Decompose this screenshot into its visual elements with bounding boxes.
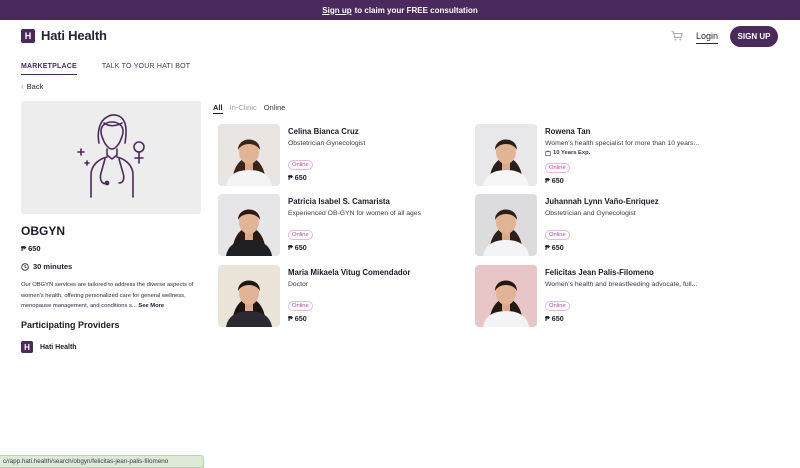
provider-name: Hati Health bbox=[40, 343, 77, 351]
service-illustration bbox=[21, 101, 201, 214]
doctor-name: Rowena Tan bbox=[545, 127, 591, 136]
online-badge: Online bbox=[288, 230, 313, 240]
signup-button[interactable]: SIGN UP bbox=[730, 26, 778, 47]
service-title: OBGYN bbox=[21, 224, 66, 238]
briefcase-icon bbox=[545, 150, 551, 156]
tab-marketplace[interactable]: MARKETPLACE bbox=[21, 63, 77, 75]
doctor-price: ₱ 650 bbox=[288, 243, 307, 252]
online-badge: Online bbox=[545, 230, 570, 240]
doctor-card[interactable]: Celina Bianca Cruz Obstetrician Gynecolo… bbox=[218, 124, 478, 188]
doctor-photo bbox=[218, 124, 280, 186]
doctor-title: Experienced OB-GYN for women of all ages bbox=[288, 210, 421, 217]
doctor-title: Women's health specialist for more than … bbox=[545, 140, 700, 147]
doctor-card[interactable]: Felicitas Jean Palis-Filomeno Women's he… bbox=[475, 265, 735, 329]
doctor-name: Felicitas Jean Palis-Filomeno bbox=[545, 268, 654, 277]
doctor-card[interactable]: Juhannah Lynn Vaño-Enriquez Obstetrician… bbox=[475, 194, 735, 258]
online-badge: Online bbox=[545, 163, 570, 173]
doctor-title: Obstetrician and Gynecologist bbox=[545, 210, 636, 217]
doctor-photo bbox=[218, 194, 280, 256]
doctor-name: Patricia Isabel S. Camarista bbox=[288, 197, 390, 206]
doctor-price: ₱ 650 bbox=[288, 173, 307, 182]
banner-signup-link[interactable]: Sign up bbox=[322, 6, 351, 15]
doctor-name: Juhannah Lynn Vaño-Enriquez bbox=[545, 197, 659, 206]
doctor-card[interactable]: Patricia Isabel S. Camarista Experienced… bbox=[218, 194, 478, 258]
experience-text: 10 Years Exp. bbox=[553, 150, 591, 156]
doctor-name: Maria Mikaela Vitug Comendador bbox=[288, 268, 411, 277]
doctor-title: Doctor bbox=[288, 281, 309, 288]
doctor-price: ₱ 650 bbox=[545, 314, 564, 323]
doctor-price: ₱ 650 bbox=[288, 314, 307, 323]
filter-in-clinic[interactable]: In-Clinic bbox=[230, 103, 257, 114]
logo-text: Hati Health bbox=[41, 28, 107, 43]
doctor-photo bbox=[218, 265, 280, 327]
female-doctor-icon bbox=[77, 114, 145, 198]
doctor-price: ₱ 650 bbox=[545, 176, 564, 185]
doctor-photo bbox=[475, 194, 537, 256]
online-badge: Online bbox=[288, 160, 313, 170]
provider-logo-icon: H bbox=[21, 341, 33, 353]
online-badge: Online bbox=[545, 301, 570, 311]
description-text: Our OBGYN services are tailored to addre… bbox=[21, 282, 194, 309]
doctor-photo bbox=[475, 265, 537, 327]
back-label: Back bbox=[26, 82, 44, 91]
providers-heading: Participating Providers bbox=[21, 320, 120, 330]
doctor-photo bbox=[475, 124, 537, 186]
cart-icon[interactable] bbox=[671, 31, 683, 41]
doctor-card[interactable]: Maria Mikaela Vitug Comendador Doctor On… bbox=[218, 265, 478, 329]
doctor-title: Women's health and breastfeeding advocat… bbox=[545, 281, 698, 288]
see-more-link[interactable]: See More bbox=[138, 303, 164, 309]
consult-type-filters: All In-Clinic Online bbox=[213, 103, 285, 114]
duration-label: 30 minutes bbox=[33, 262, 73, 271]
provider-item[interactable]: H Hati Health bbox=[21, 341, 77, 353]
login-link[interactable]: Login bbox=[696, 31, 719, 44]
doctor-card[interactable]: Rowena Tan Women's health specialist for… bbox=[475, 124, 735, 188]
doctor-name: Celina Bianca Cruz bbox=[288, 127, 359, 136]
top-header: H Hati Health Login SIGN UP bbox=[0, 20, 800, 54]
doctor-price: ₱ 650 bbox=[545, 243, 564, 252]
online-badge: Online bbox=[288, 301, 313, 311]
brand-logo[interactable]: H Hati Health bbox=[21, 28, 107, 43]
logo-mark-icon: H bbox=[21, 28, 35, 43]
back-link[interactable]: ‹ Back bbox=[21, 82, 43, 91]
experience-label: 10 Years Exp. bbox=[545, 150, 735, 156]
clock-icon bbox=[21, 262, 29, 271]
service-duration: 30 minutes bbox=[21, 262, 72, 271]
main-tabs: MARKETPLACE TALK TO YOUR HATI BOT bbox=[21, 63, 190, 75]
tab-hati-bot[interactable]: TALK TO YOUR HATI BOT bbox=[102, 63, 190, 75]
chevron-left-icon: ‹ bbox=[21, 82, 24, 91]
promo-banner: Sign up to claim your FREE consultation bbox=[0, 0, 800, 20]
service-price: ₱ 650 bbox=[21, 244, 41, 253]
banner-text: to claim your FREE consultation bbox=[354, 5, 478, 15]
service-description: Our OBGYN services are tailored to addre… bbox=[21, 280, 203, 312]
browser-status-url: c//app.hati.health/search/obgyn/felicita… bbox=[0, 455, 204, 468]
doctor-title: Obstetrician Gynecologist bbox=[288, 140, 366, 147]
filter-all[interactable]: All bbox=[213, 103, 223, 114]
filter-online[interactable]: Online bbox=[264, 103, 286, 114]
